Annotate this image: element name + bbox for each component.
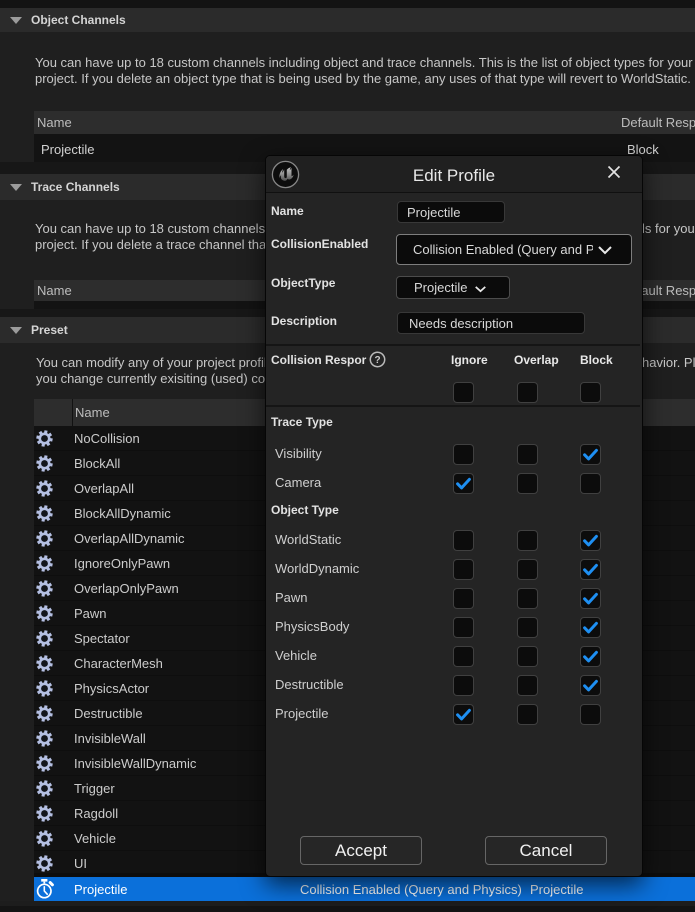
svg-text:?: ? [374, 355, 380, 366]
